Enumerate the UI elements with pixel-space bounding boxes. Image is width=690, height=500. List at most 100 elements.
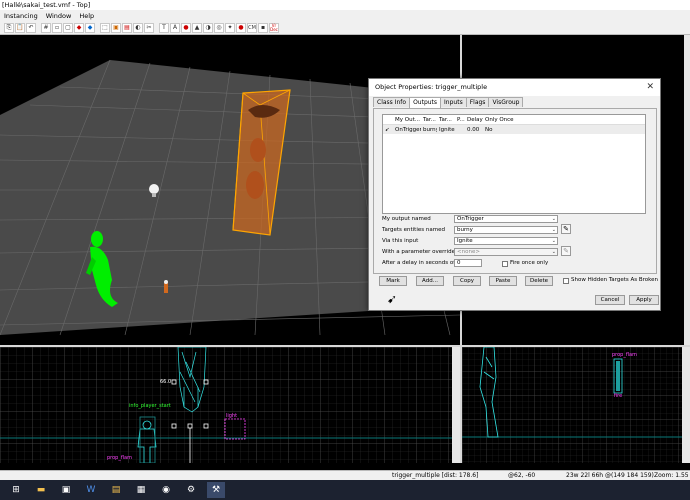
front-viewport-canvas [462,347,690,463]
targets-named-label: Targets entities named [382,227,445,233]
mode-button[interactable]: Vr Dec [269,22,279,33]
tool-f-icon[interactable]: ✦ [225,22,235,33]
delay-input[interactable]: 0 [454,259,482,267]
chevron-down-icon: ⌄ [551,216,556,222]
column-only-once[interactable]: Only Once [483,115,523,124]
front-fire-label: fire [614,393,623,399]
top-viewport-scrollbar[interactable] [684,35,690,345]
tool-g-icon[interactable]: ▪ [258,22,268,33]
apply-button[interactable]: Apply [629,295,659,305]
eyedropper-icon[interactable]: ✎ [561,224,571,234]
window-title: [Hallé\sakai_test.vmf - Top] [0,0,690,10]
hide-icon[interactable]: ◐ [133,22,143,33]
column-target-input[interactable]: Tar... [437,115,455,124]
grid-smaller-icon[interactable]: ▫ [52,22,62,33]
entity-icon[interactable]: ◆ [85,22,95,33]
via-input-select[interactable]: Ignite ⌄ [454,237,558,245]
carve-icon[interactable]: ✂ [144,22,154,33]
grid-larger-icon[interactable]: ▢ [63,22,73,33]
copy-button[interactable]: Copy [453,276,481,286]
grid-icon[interactable]: # [41,22,51,33]
tool-c-icon[interactable]: ▲ [192,22,202,33]
output-connection-icon: ➹ [385,127,390,133]
output-named-select[interactable]: OnTrigger ⌄ [454,215,558,223]
cubemap-button[interactable]: CM [247,22,257,33]
paste-icon[interactable]: 📋 [15,22,25,33]
output-row[interactable]: ➹ OnTrigger burny Ignite 0.00 No [383,125,645,134]
prop-label: prop_flam [107,455,132,461]
light-label: light [226,413,238,419]
add-button[interactable]: Add... [416,276,444,286]
paste-button[interactable]: Paste [489,276,517,286]
prop-entity [164,280,168,293]
tool-d-icon[interactable]: ◑ [203,22,213,33]
status-size: 23w 22l 66h @(149 184 159) [566,472,654,479]
parameter-select[interactable]: <none> ⌄ [454,248,558,256]
via-input-label: Via this input [382,238,419,244]
parameter-label: With a parameter override of [382,249,463,255]
menu-window[interactable]: Window [42,12,76,20]
tool-e-icon[interactable]: ◎ [214,22,224,33]
close-icon[interactable]: ✕ [646,79,654,96]
output-named-value: OnTrigger [457,216,484,222]
word-icon[interactable]: W [82,482,100,498]
tool-b-icon[interactable]: ● [181,22,191,33]
hammer-window: [Hallé\sakai_test.vmf - Top] Instancing … [0,0,690,500]
output-once-cell: No [485,127,493,133]
hammer-icon[interactable]: ⚒ [207,482,225,498]
object-properties-dialog: Object Properties: trigger_multiple ✕ Cl… [368,78,661,311]
folder-icon[interactable]: ▬ [32,482,50,498]
menu-instancing[interactable]: Instancing [0,12,42,20]
explorer-icon[interactable]: ▣ [57,482,75,498]
side-viewport-canvas [0,347,460,463]
explorer-folder-icon[interactable]: ▤ [107,482,125,498]
status-coords: @62, -60 [508,472,536,479]
delete-button[interactable]: Delete [525,276,553,286]
mark-button[interactable]: Mark [379,276,407,286]
status-bar: trigger_multiple [dist: 178.6] @62, -60 … [0,470,690,480]
tab-visgroup[interactable]: VisGroup [488,97,524,107]
column-my-output[interactable]: My Out... [393,115,421,124]
side-viewport-scrollbar[interactable] [452,347,460,463]
tool-a-icon[interactable]: A [170,22,180,33]
parameter-value: <none> [457,249,480,255]
copy-icon[interactable]: ⎘ [4,22,14,33]
selection-icon[interactable]: ⬚ [100,22,110,33]
column-delay[interactable]: Delay [465,115,483,124]
cancel-button[interactable]: Cancel [595,295,625,305]
chevron-down-icon: ⌄ [551,249,556,255]
output-param-cell [455,125,465,134]
group-icon[interactable]: ▣ [111,22,121,33]
texture-lock-icon[interactable]: T [159,22,169,33]
dialog-tabs: Class Info Outputs Inputs Flags VisGroup [373,97,524,108]
tab-inputs[interactable]: Inputs [440,97,467,107]
map-icon[interactable]: ◆ [74,22,84,33]
chevron-down-icon: ⌄ [551,227,556,233]
side-viewport[interactable]: 66.0 info_player_start light prop_flam [0,347,460,463]
column-parameter[interactable]: P... [455,115,465,124]
cordon-icon[interactable]: ● [236,22,246,33]
targets-named-select[interactable]: burny ⌄ [454,226,558,234]
chrome-icon[interactable]: ◉ [157,482,175,498]
tab-class-info[interactable]: Class Info [373,97,411,107]
output-target-cell: burny [423,127,437,133]
column-icon[interactable] [383,115,393,124]
show-hidden-checkbox[interactable] [563,278,569,284]
menu-help[interactable]: Help [75,12,98,20]
front-viewport[interactable]: prop_flam fire [462,347,690,463]
ungroup-icon[interactable]: ▤ [122,22,132,33]
outputs-list[interactable]: My Out... Tar... Tar... P... Delay Only … [382,114,646,214]
tab-outputs[interactable]: Outputs [409,97,442,108]
app-icon[interactable]: ▦ [132,482,150,498]
output-delay-cell: 0.00 [467,127,480,133]
connection-arrow-icon: ➹ [387,292,398,306]
eyedropper-disabled-icon[interactable]: ✎ [561,246,571,256]
windows-start-icon[interactable]: ⊞ [7,482,25,498]
undo-icon[interactable]: ↶ [26,22,36,33]
fire-once-checkbox[interactable] [502,261,508,267]
tab-flags[interactable]: Flags [465,97,490,107]
fire-once-label: Fire once only [510,260,549,266]
front-viewport-scrollbar[interactable] [682,347,690,463]
column-target[interactable]: Tar... [421,115,437,124]
steam-icon[interactable]: ⚙ [182,482,200,498]
